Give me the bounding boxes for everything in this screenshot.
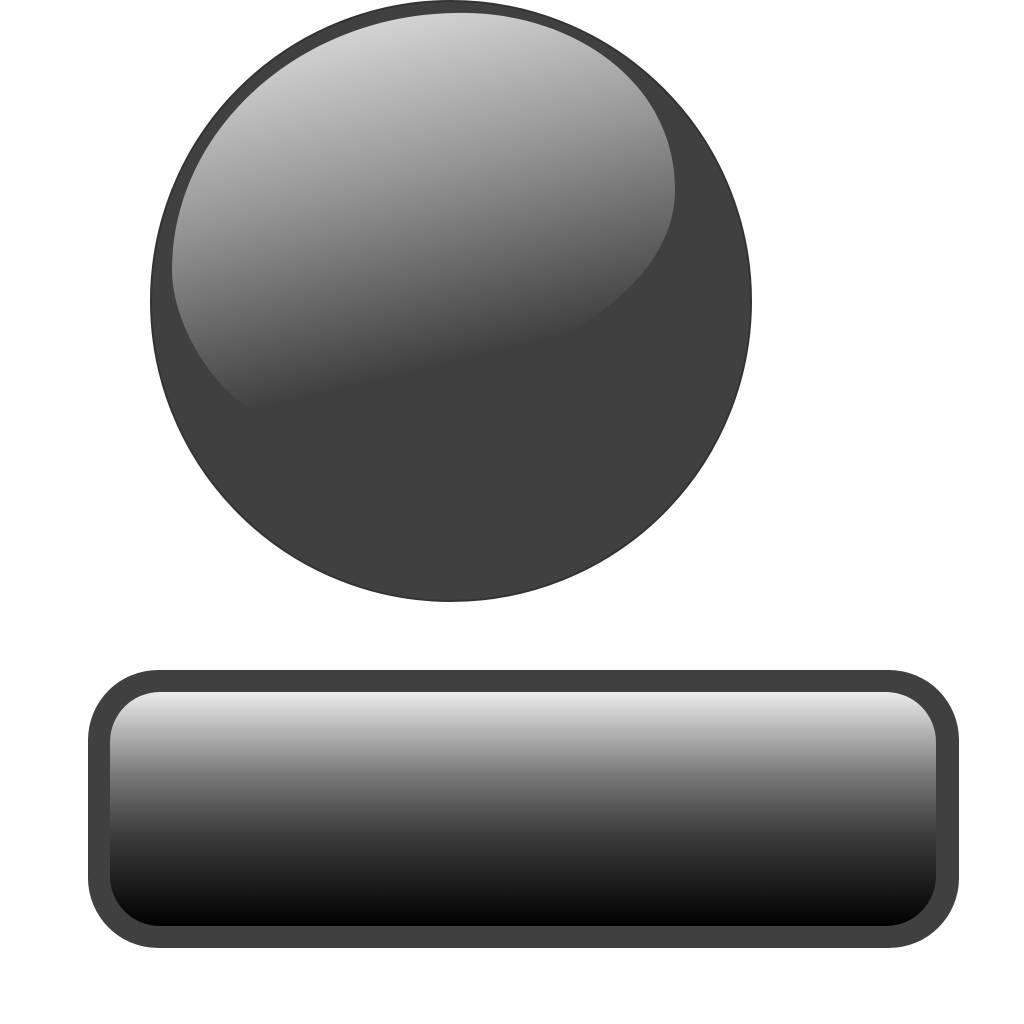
bar-face <box>110 692 936 926</box>
glossy-orb-icon <box>150 0 752 602</box>
glossy-bar-icon <box>87 669 960 949</box>
icon-canvas <box>0 0 1024 1024</box>
